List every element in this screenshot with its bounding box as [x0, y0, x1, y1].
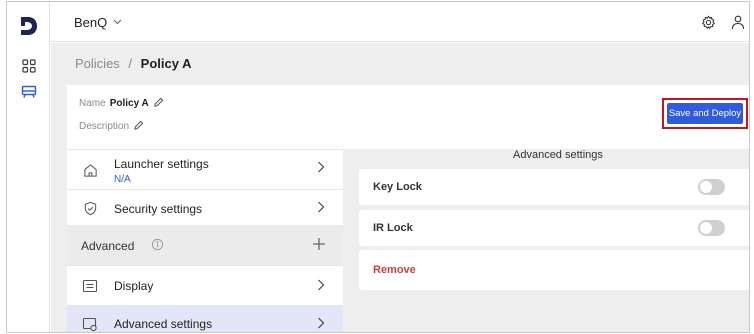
launcher-status: N/A [114, 174, 131, 185]
policy-name-label: Name [79, 97, 106, 109]
nav-label-display: Display [114, 279, 154, 293]
toggle-knob [700, 222, 712, 234]
nav-item-security-settings[interactable]: Security settings [67, 189, 343, 225]
chevron-right-icon [317, 160, 325, 176]
top-bar: BenQ [51, 2, 749, 42]
remove-button[interactable]: Remove [373, 264, 416, 276]
deploy-button-highlight: Save and Deploy [662, 98, 748, 129]
policy-description-label: Description [79, 120, 130, 132]
add-icon[interactable] [312, 235, 326, 256]
org-name: BenQ [74, 15, 108, 30]
key-lock-row: Key Lock [359, 169, 749, 205]
nav-label-advanced-settings: Advanced settings [114, 317, 213, 331]
save-and-deploy-button[interactable]: Save and Deploy [667, 103, 743, 124]
toggle-knob [700, 181, 712, 193]
advanced-settings-icon [82, 316, 98, 332]
advanced-label: Advanced [81, 239, 135, 253]
logo-icon[interactable] [19, 15, 39, 37]
breadcrumb-current: Policy A [140, 56, 192, 71]
info-icon[interactable] [151, 238, 164, 251]
chevron-down-icon [113, 17, 122, 28]
app-window: BenQ Policies / Policy A Name Policy A D… [6, 1, 750, 333]
remove-row: Remove [359, 250, 749, 290]
nav-label-launcher: Launcher settings [114, 157, 209, 171]
key-lock-toggle[interactable] [698, 179, 725, 195]
advanced-section-header[interactable]: Advanced [67, 225, 343, 265]
breadcrumb-policies-link[interactable]: Policies [75, 56, 120, 71]
settings-nav: Launcher settings N/A Security settings [67, 149, 343, 332]
nav-item-advanced-settings[interactable]: Advanced settings [67, 305, 343, 332]
breadcrumb: Policies / Policy A [75, 56, 192, 71]
display-icon [82, 278, 98, 294]
chevron-right-icon [317, 316, 325, 332]
policy-description-row: Description [79, 120, 145, 132]
policy-name-row: Name Policy A [79, 97, 165, 109]
apps-grid-icon[interactable] [19, 56, 38, 75]
nav-label-security: Security settings [114, 202, 203, 216]
org-selector[interactable]: BenQ [74, 15, 122, 30]
device-icon[interactable] [19, 82, 38, 101]
nav-item-launcher-settings[interactable]: Launcher settings N/A [67, 149, 343, 189]
gear-icon[interactable] [699, 13, 717, 31]
main-content: Policies / Policy A Name Policy A Descri… [51, 43, 749, 332]
nav-item-display[interactable]: Display [67, 265, 343, 305]
panel-title: Advanced settings [513, 149, 603, 161]
chevron-right-icon [317, 278, 325, 294]
policy-name-value: Policy A [109, 97, 149, 109]
shield-icon [82, 200, 98, 216]
chevron-right-icon [317, 200, 325, 216]
ir-lock-label: IR Lock [373, 222, 413, 234]
edit-description-icon[interactable] [133, 120, 145, 132]
edit-name-icon[interactable] [153, 97, 165, 109]
policy-info-card: Name Policy A Description Save and Deplo… [67, 85, 749, 149]
user-icon[interactable] [729, 13, 747, 31]
ir-lock-row: IR Lock [359, 210, 749, 246]
home-icon [82, 162, 98, 178]
left-rail [7, 2, 50, 332]
ir-lock-toggle[interactable] [698, 220, 725, 236]
key-lock-label: Key Lock [373, 181, 422, 193]
breadcrumb-separator: / [128, 56, 133, 71]
